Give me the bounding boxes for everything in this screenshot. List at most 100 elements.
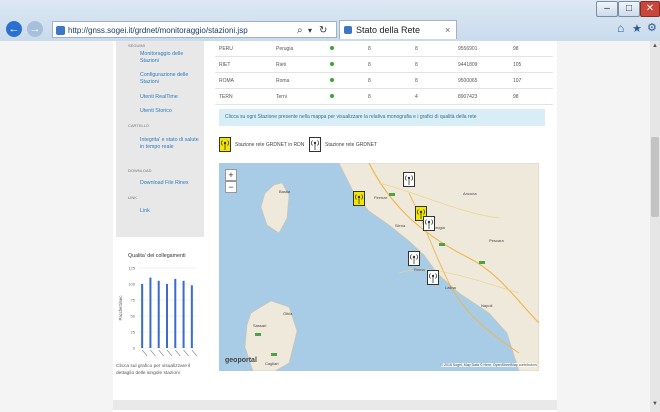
legend-grdnet-label: Stazione rete GRDNET (325, 142, 377, 148)
cell-value: 8 (368, 72, 415, 89)
stations-table: PERU Perugia 8 8 9556901 98 RIET Rieti 8… (215, 41, 553, 105)
map-attribution: © 2016 Sogei, Map Data © Here, OpenStree… (440, 363, 537, 367)
chart-bar[interactable] (174, 278, 177, 348)
chart-bar[interactable] (182, 280, 185, 348)
sidebar-heading-cartello: CARTELLO (128, 123, 150, 128)
map-place-label: Pescara (489, 238, 504, 243)
station-marker-grdnet[interactable] (403, 172, 415, 187)
chart-y-tick: 125 (128, 266, 135, 271)
table-row[interactable]: TERN Terni 8 4 8907423 98 (215, 88, 553, 105)
forward-button[interactable]: → (27, 21, 43, 37)
map-place-label: Roma (414, 267, 425, 272)
page-viewport: SEGUIMI Monitoraggio delle Stazioni Conf… (0, 41, 650, 412)
back-button[interactable]: ← (6, 21, 22, 37)
station-marker-ron[interactable] (353, 191, 365, 206)
map-place-label: Siena (395, 223, 406, 228)
chart-x-tick (175, 349, 181, 357)
station-city: Terni (276, 88, 330, 105)
address-bar[interactable]: http://gnss.sogei.it/grdnet/monitoraggio… (52, 21, 337, 38)
station-marker-grdnet[interactable] (423, 216, 435, 231)
page-footer (113, 400, 557, 410)
sidebar-item-link[interactable]: Link (140, 208, 202, 215)
maximize-button[interactable]: □ (618, 1, 640, 17)
map-place-label: Napoli (481, 303, 493, 308)
cell-value: 8 (415, 72, 458, 89)
scroll-down-arrow[interactable]: ▼ (652, 401, 658, 407)
close-button[interactable]: ✕ (640, 1, 660, 17)
tab-title: Stato della Rete (356, 25, 421, 35)
station-marker-grdnet[interactable] (427, 270, 439, 285)
zoom-in-button[interactable]: + (225, 169, 237, 181)
tab-stato-della-rete[interactable]: Stato della Rete × (339, 20, 457, 39)
sidebar-item-monitoraggio[interactable]: Monitoraggio delle Stazioni (140, 51, 202, 65)
sidebar-heading-link: LINK (128, 195, 137, 200)
chart-y-label: Pacchetti/sec (118, 296, 123, 321)
table-row[interactable]: PERU Perugia 8 8 9556901 98 (215, 41, 553, 57)
chart-bar[interactable] (141, 284, 144, 348)
map-place-label: Firenze (374, 195, 388, 200)
status-dot (330, 88, 368, 105)
antenna-ron-icon (219, 137, 231, 152)
quality-chart-caption: Clicca sul grafico per visualizzare il d… (116, 364, 191, 376)
scroll-thumb[interactable] (651, 137, 659, 217)
cell-value: 8 (415, 56, 458, 73)
tab-close-icon[interactable]: × (445, 21, 450, 40)
chart-y-tick: 25 (131, 330, 136, 335)
chart-x-tick (150, 349, 156, 357)
legend-ron-label: Stazione rete GRDNET in RDN (235, 142, 305, 148)
table-row[interactable]: RIET Rieti 8 8 9441809 105 (215, 56, 553, 73)
station-city: Rieti (276, 56, 330, 73)
refresh-icon[interactable]: ↻ (319, 22, 327, 39)
chart-bar[interactable] (149, 277, 152, 348)
cell-value: 98 (513, 88, 553, 105)
chart-bar[interactable] (166, 284, 168, 348)
site-icon (56, 26, 65, 35)
zoom-out-button[interactable]: − (225, 181, 237, 193)
favorites-icon[interactable]: ★ (632, 22, 642, 35)
status-dot (330, 56, 368, 73)
home-icon[interactable]: ⌂ (617, 21, 624, 35)
sidebar-heading-download: DOWNLOAD (128, 168, 152, 173)
cell-value: 107 (513, 72, 553, 89)
quality-chart[interactable]: 125 100 75 50 25 0 Pacchetti/sec (116, 264, 202, 362)
cell-value: 8 (368, 88, 415, 105)
url-text[interactable]: http://gnss.sogei.it/grdnet/monitoraggio… (68, 22, 248, 39)
station-marker-grdnet[interactable] (408, 251, 420, 266)
settings-icon[interactable]: ⚙ (647, 21, 657, 34)
search-icon[interactable]: ⌕ (297, 22, 303, 39)
sidebar-item-utenti-realtime[interactable]: Utenti RealTime (140, 94, 202, 101)
chart-x-tick (166, 349, 173, 357)
page-container: SEGUIMI Monitoraggio delle Stazioni Conf… (113, 41, 557, 412)
sidebar-item-download-rinex[interactable]: Download File Rinex (140, 180, 202, 187)
map-legend: Stazione rete GRDNET in RDN Stazione ret… (219, 137, 549, 155)
tab-favicon (344, 26, 352, 34)
minimize-button[interactable]: – (596, 1, 618, 17)
scroll-up-arrow[interactable]: ▲ (652, 43, 658, 49)
station-code: RIET (215, 56, 276, 73)
cell-value: 105 (513, 56, 553, 73)
sidebar-heading-seguimi: SEGUIMI (128, 43, 145, 48)
chevron-down-icon[interactable]: ▾ (308, 22, 312, 39)
sidebar-menu: SEGUIMI Monitoraggio delle Stazioni Conf… (116, 41, 204, 237)
chart-y-tick: 0 (133, 346, 136, 351)
sidebar-item-integrita[interactable]: Integrita' e stato di salute in tempo re… (140, 137, 202, 151)
station-city: Roma (276, 72, 330, 89)
table-row[interactable]: ROMA Roma 8 8 9500065 107 (215, 72, 553, 89)
cell-value: 8907423 (458, 88, 513, 105)
chart-x-tick (191, 349, 198, 357)
status-dot (330, 72, 368, 89)
station-code: ROMA (215, 72, 276, 89)
map-place-label: Latina (445, 285, 456, 290)
chart-y-tick: 75 (131, 298, 136, 303)
vertical-scrollbar[interactable]: ▲ ▼ (650, 41, 660, 412)
sidebar-item-configurazione[interactable]: Configurazione delle Stazioni (140, 72, 202, 86)
quality-chart-title: Qualita' dei collegamenti (128, 253, 186, 259)
chart-bar[interactable] (157, 280, 160, 348)
antenna-grdnet-icon (309, 137, 321, 152)
stations-map[interactable]: Firenze Ancona Perugia Roma Napoli Pesca… (219, 163, 539, 371)
status-dot (330, 41, 368, 57)
chart-bar[interactable] (190, 285, 193, 348)
station-code: PERU (215, 41, 276, 57)
sidebar-item-utenti-storico[interactable]: Utenti Storico (140, 108, 202, 115)
map-place-label: Bastia (279, 189, 291, 194)
